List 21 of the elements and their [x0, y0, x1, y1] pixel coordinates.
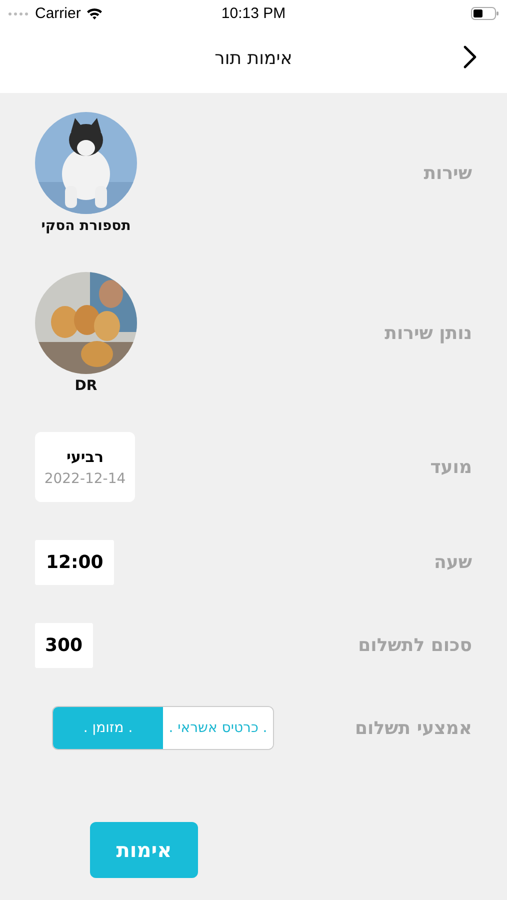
field-label: נותן שירות: [384, 322, 472, 344]
wifi-icon: [86, 7, 103, 20]
value-box: 300: [35, 623, 93, 668]
confirm-button[interactable]: אימות: [90, 822, 198, 878]
field-label: שירות: [424, 162, 472, 184]
screen-title: אימות תור: [214, 48, 292, 68]
back-chevron-icon[interactable]: [463, 45, 477, 69]
status-time: 10:13 PM: [221, 5, 286, 22]
signal-icon: [8, 12, 30, 16]
field-label: שעה: [434, 552, 472, 573]
field-label: מועד: [430, 456, 472, 478]
value-box: 12:00: [35, 540, 114, 585]
picture-caption: DR: [74, 378, 98, 394]
field-label: סכום לתשלום: [358, 635, 472, 656]
date-text: 2022-12-14: [44, 470, 126, 486]
payment-option[interactable]: . מזומן .: [53, 707, 163, 749]
carrier-name: Carrier: [35, 5, 81, 22]
battery-icon: [471, 7, 499, 20]
weekday-text: רביעי: [66, 448, 104, 466]
field-label: אמצעי תשלום: [355, 718, 472, 738]
picture-caption: תספורת הסקי: [41, 218, 131, 234]
